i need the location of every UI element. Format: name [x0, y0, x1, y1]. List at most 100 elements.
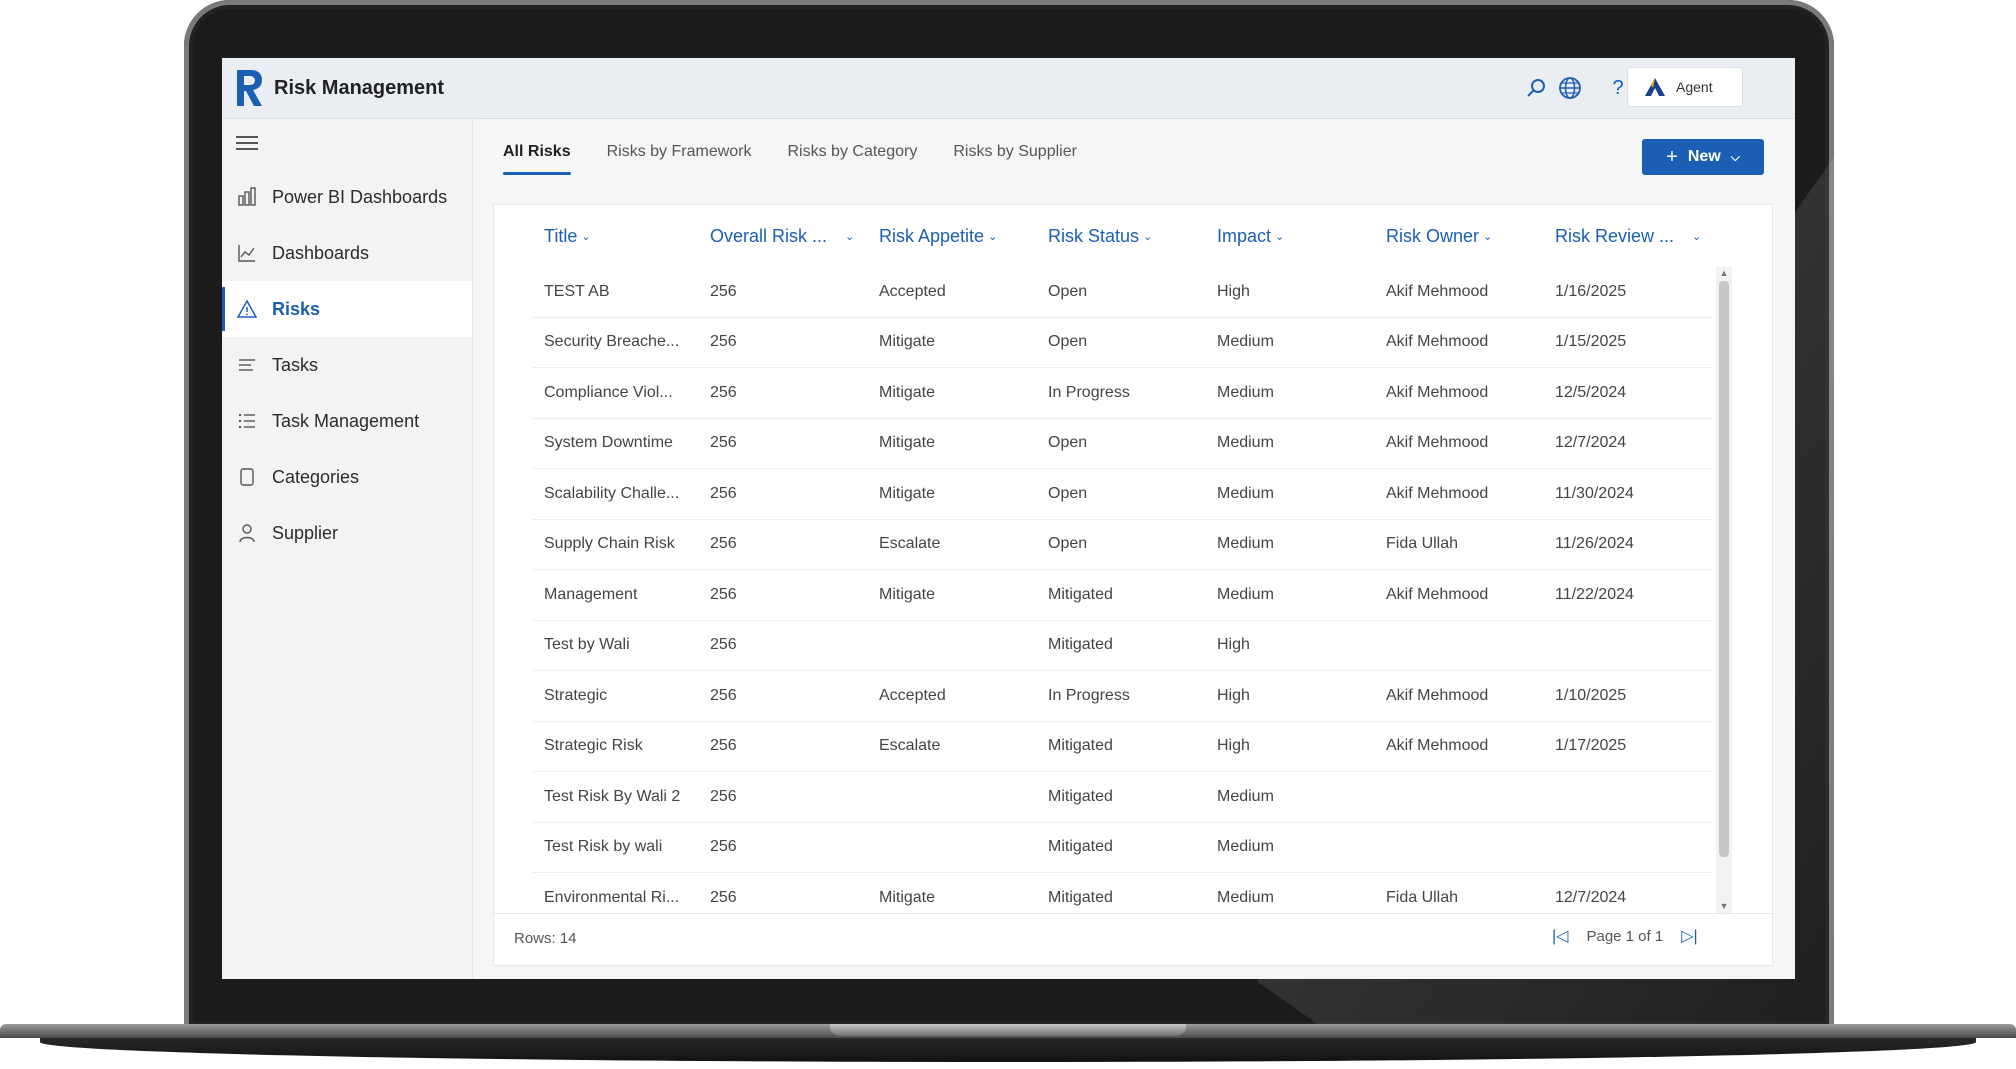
hamburger-menu-icon[interactable]: [236, 133, 258, 153]
cell-risk-owner: Akif Mehmood: [1386, 737, 1489, 755]
cell-overall-risk: 256: [710, 636, 737, 654]
sidebar-item-label: Power BI Dashboards: [272, 186, 448, 207]
cell-overall-risk: 256: [710, 333, 737, 351]
cell-title[interactable]: Security Breache...: [532, 333, 698, 351]
agent-label: Agent: [1676, 79, 1713, 95]
cell-title[interactable]: Strategic: [532, 687, 698, 705]
chevron-down-icon: ⌄: [1483, 230, 1493, 243]
vertical-scrollbar[interactable]: ▲ ▼: [1716, 267, 1732, 913]
column-header-overall-risk[interactable]: Overall Risk ... ⌄: [698, 226, 867, 247]
globe-icon[interactable]: [1556, 74, 1584, 102]
sidebar-item-power-bi-dashboards[interactable]: Power BI Dashboards: [222, 169, 472, 225]
column-header-risk-review[interactable]: Risk Review ... ⌄: [1543, 226, 1712, 247]
column-header-risk-appetite[interactable]: Risk Appetite ⌄: [867, 226, 1036, 247]
table-row[interactable]: Scalability Challe... 256 Mitigate Open Medi…: [532, 469, 1712, 520]
sidebar: Power BI Dashboards Dashboards Risks Tas…: [222, 119, 473, 979]
table-header: Title ⌄ Overall Risk ... ⌄ Risk Appetite ⌄ …: [532, 205, 1712, 267]
cell-title[interactable]: Supply Chain Risk: [532, 535, 698, 553]
tab-risks-by-supplier[interactable]: Risks by Supplier: [953, 137, 1077, 175]
table-row[interactable]: Security Breache... 256 Mitigate Open Medium…: [532, 318, 1712, 368]
table-row[interactable]: Test by Wali 256 Mitigated High: [532, 621, 1712, 671]
tab-risks-by-category[interactable]: Risks by Category: [788, 137, 918, 175]
table-row[interactable]: Compliance Viol... 256 Mitigate In Progress…: [532, 368, 1712, 419]
search-icon[interactable]: [1522, 74, 1550, 102]
top-bar: Risk Management ? Agent: [222, 58, 1795, 119]
chevron-down-icon: ⌄: [581, 230, 591, 243]
chevron-down-icon: ⌄: [1692, 230, 1702, 243]
cell-title[interactable]: Test Risk by wali: [532, 838, 698, 856]
sidebar-item-label: Supplier: [272, 522, 339, 543]
cell-overall-risk: 256: [710, 484, 737, 502]
last-page-icon[interactable]: ▷|: [1681, 926, 1697, 946]
sidebar-item-tasks[interactable]: Tasks: [222, 337, 472, 393]
column-header-title[interactable]: Title ⌄: [532, 226, 698, 247]
cell-title[interactable]: Management: [532, 586, 698, 604]
table-row[interactable]: Test Risk By Wali 2 256 Mitigated Medium: [532, 772, 1712, 823]
cell-risk-review: 11/22/2024: [1555, 585, 1634, 603]
cell-impact: High: [1217, 737, 1250, 755]
cell-risk-appetite: Mitigate: [879, 434, 936, 452]
tab-risks-by-framework[interactable]: Risks by Framework: [607, 137, 752, 175]
laptop-hinge-notch: [830, 1024, 1186, 1036]
sidebar-item-supplier[interactable]: Supplier: [222, 505, 472, 561]
table-row[interactable]: TEST AB 256 Accepted Open High Akif Mehmood 1/…: [532, 267, 1712, 318]
column-header-impact[interactable]: Impact ⌄: [1205, 226, 1374, 247]
cell-risk-owner: Akif Mehmood: [1386, 383, 1489, 401]
chart-icon: [236, 242, 258, 264]
cell-risk-status: Mitigated: [1048, 889, 1113, 907]
table-row[interactable]: Supply Chain Risk 256 Escalate Open Medium Fi…: [532, 520, 1712, 570]
table-row[interactable]: Test Risk by wali 256 Mitigated Medium: [532, 823, 1712, 873]
cell-risk-status: Open: [1048, 484, 1088, 502]
cell-overall-risk: 256: [710, 787, 737, 805]
agent-button[interactable]: Agent: [1627, 67, 1743, 107]
sidebar-item-label: Risks: [272, 298, 321, 319]
scroll-down-icon[interactable]: ▼: [1719, 901, 1729, 911]
risks-table: Title ⌄ Overall Risk ... ⌄ Risk Appetite ⌄ …: [493, 204, 1773, 966]
cell-risk-appetite: Mitigate: [879, 484, 936, 502]
tab-all-risks[interactable]: All Risks: [503, 137, 571, 175]
cell-title[interactable]: Test Risk By Wali 2: [532, 788, 698, 806]
cell-impact: Medium: [1217, 889, 1274, 907]
column-header-risk-owner[interactable]: Risk Owner ⌄: [1374, 226, 1543, 247]
cell-risk-owner: Fida Ullah: [1386, 535, 1459, 553]
table-row[interactable]: Management 256 Mitigate Mitigated Medium Akif…: [532, 570, 1712, 621]
checklist-icon: [236, 410, 258, 432]
cell-risk-appetite: Escalate: [879, 535, 941, 553]
cell-overall-risk: 256: [710, 434, 737, 452]
new-button[interactable]: + New ⌵: [1642, 139, 1764, 175]
cell-title[interactable]: Strategic Risk: [532, 737, 698, 755]
sidebar-item-categories[interactable]: Categories: [222, 449, 472, 505]
table-row[interactable]: Strategic 256 Accepted In Progress High Akif …: [532, 671, 1712, 722]
cell-title[interactable]: TEST AB: [532, 283, 698, 301]
sidebar-item-dashboards[interactable]: Dashboards: [222, 225, 472, 281]
scrollbar-thumb[interactable]: [1719, 281, 1729, 857]
table-row[interactable]: System Downtime 256 Mitigate Open Medium Akif…: [532, 419, 1712, 469]
cell-title[interactable]: System Downtime: [532, 434, 698, 452]
cell-risk-review: 11/30/2024: [1555, 484, 1634, 502]
chevron-down-icon: ⌄: [845, 230, 855, 243]
scroll-up-icon[interactable]: ▲: [1719, 268, 1729, 278]
rows-count: Rows: 14: [514, 930, 577, 947]
cell-risk-review: 1/16/2025: [1555, 282, 1627, 300]
chevron-down-icon: ⌄: [1143, 230, 1153, 243]
sidebar-item-risks[interactable]: Risks: [222, 281, 472, 337]
cell-risk-status: In Progress: [1048, 383, 1130, 401]
sidebar-item-task-management[interactable]: Task Management: [222, 393, 472, 449]
cell-risk-review: 12/5/2024: [1555, 383, 1627, 401]
cell-risk-status: Mitigated: [1048, 787, 1113, 805]
cell-title[interactable]: Test by Wali: [532, 636, 698, 654]
table-row[interactable]: Strategic Risk 256 Escalate Mitigated High Ak…: [532, 722, 1712, 772]
cell-impact: Medium: [1217, 535, 1274, 553]
new-button-label: New: [1687, 148, 1721, 165]
cell-risk-appetite: Mitigate: [879, 383, 936, 401]
first-page-icon[interactable]: |◁: [1552, 926, 1568, 946]
column-header-risk-status[interactable]: Risk Status ⌄: [1036, 226, 1205, 247]
cell-title[interactable]: Environmental Ri...: [532, 889, 698, 907]
cell-impact: Medium: [1217, 434, 1274, 452]
cell-risk-status: Mitigated: [1048, 737, 1113, 755]
cell-risk-status: Open: [1048, 434, 1088, 452]
cell-risk-appetite: Mitigate: [879, 889, 936, 907]
sidebar-item-label: Categories: [272, 466, 360, 487]
cell-title[interactable]: Compliance Viol...: [532, 384, 698, 402]
cell-title[interactable]: Scalability Challe...: [532, 485, 698, 503]
